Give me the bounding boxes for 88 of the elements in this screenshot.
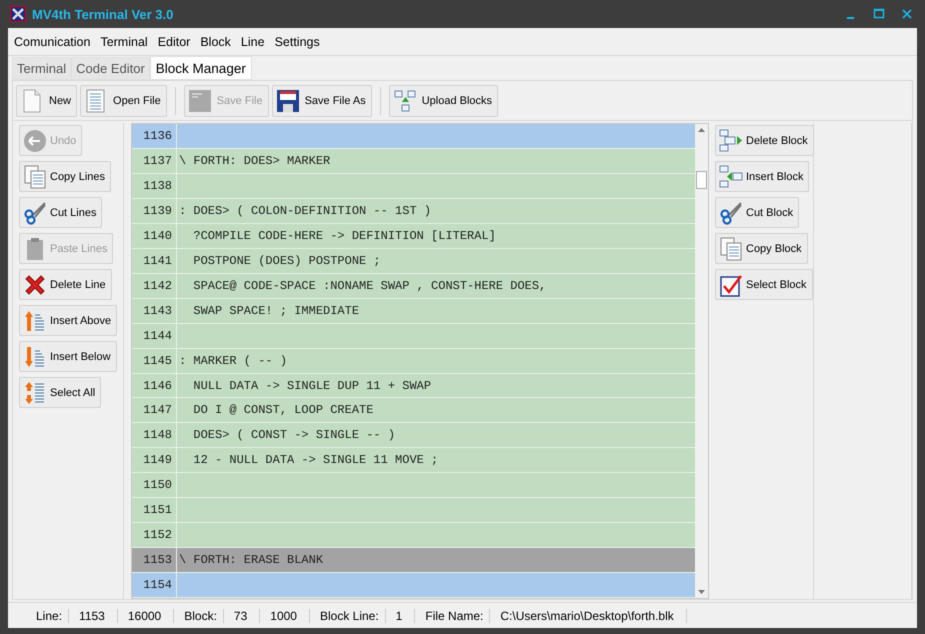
copy-icon [719,236,743,260]
window-title: MV4th Terminal Ver 3.0 [32,6,174,22]
menu-item[interactable]: Terminal [100,34,148,48]
arrow-up-icon [23,308,47,332]
blocks-icon [719,128,743,152]
scissors-icon [719,200,743,224]
menu-item[interactable]: Line [240,34,265,48]
code-line: 12 - NULL DATA -> SINGLE 11 MOVE ; [192,453,438,468]
delete-icon [23,272,47,296]
scrollbar[interactable] [695,124,708,598]
line-number: 1148 [132,423,177,448]
code-editor[interactable] [131,123,709,599]
side-button[interactable]: Cut Lines [19,197,102,228]
scroll-thumb[interactable] [696,171,707,189]
line-number: 1140 [132,224,177,248]
toolbar-button[interactable]: Open File [80,84,167,116]
checkbox-icon [719,272,743,296]
line-number: 1153 [132,548,177,572]
status-value: 16000 [128,608,174,622]
line-number: 1154 [132,573,177,598]
side-button[interactable]: Select Block [715,269,813,300]
tab[interactable]: Terminal [12,57,72,80]
scroll-down-icon[interactable] [697,589,706,595]
tab[interactable]: Code Editor [71,57,150,80]
code-line: : MARKER ( -- ) [179,354,288,368]
line-number: 1149 [132,448,177,472]
line-number: 1144 [132,324,177,348]
code-line: DO I @ CONST, LOOP CREATE [192,403,374,418]
status-value: 1153 [79,608,118,622]
side-button[interactable]: Delete Block [715,125,814,156]
toolbar-button[interactable]: New [16,84,78,116]
menu-item[interactable]: Editor [158,34,190,48]
scroll-up-icon[interactable] [697,127,706,133]
floppy-icon [188,88,212,112]
side-button[interactable]: Copy Lines [19,161,112,192]
line-number: 1139 [132,198,177,223]
status-value: 1 [396,608,416,622]
line-number: 1151 [132,498,177,522]
scissors-icon [23,200,47,224]
status-value: 1000 [270,608,310,622]
line-number: 1141 [132,248,177,273]
code-line: \ FORTH: ERASE BLANK [179,553,324,568]
side-button[interactable]: Copy Block [715,233,808,264]
code-line: DOES> ( CONST -> SINGLE -- ) [192,428,396,442]
line-number: 1152 [132,523,177,548]
code-line: \ FORTH: DOES> MARKER [179,154,330,168]
menu-item[interactable]: Settings [274,34,320,48]
side-button[interactable]: Delete Line [19,269,112,300]
copy-icon [23,164,47,188]
blocks-icon [719,164,743,188]
floppy-icon [276,88,300,112]
line-number: 1145 [132,348,177,373]
status-label: File Name: [425,608,490,622]
code-line: POSTPONE (DOES) POSTPONE ; [192,254,381,268]
line-number: 1137 [132,148,177,173]
side-button[interactable]: Insert Above [19,305,118,336]
menu-item[interactable]: Comunication [14,34,90,48]
status-value: C:\Users\mario\Desktop\forth.blk [500,608,687,622]
line-number: 1142 [132,274,177,298]
code-line: SPACE@ CODE-SPACE :NONAME SWAP , CONST-HERE DOES, [192,278,546,293]
status-label: Block: [184,608,224,622]
line-number: 1146 [132,374,177,398]
side-button[interactable]: Select All [19,377,102,408]
side-button[interactable]: Insert Block [715,161,810,192]
blocks-icon [392,88,417,112]
side-button[interactable]: Insert Below [19,341,117,372]
arrow-down-icon [23,344,47,368]
side-button[interactable]: Cut Block [715,197,800,228]
toolbar-button[interactable]: Save File As [272,84,372,116]
menu-item[interactable]: Block [200,34,231,48]
app-icon [10,6,26,22]
arrows-icon [23,380,47,404]
code-line: : DOES> ( COLON-DEFINITION -- 1ST ) [179,204,432,218]
line-number: 1150 [132,473,177,498]
line-number: 1147 [132,398,177,422]
status-value: 73 [234,608,260,622]
maximize-icon[interactable] [873,8,885,20]
status-label: Line: [36,608,70,622]
line-number: 1136 [132,124,177,148]
close-icon[interactable] [901,8,913,20]
code-line: SWAP SPACE! ; IMMEDIATE [192,304,360,318]
line-number: 1143 [132,298,177,323]
toolbar-button[interactable]: Upload Blocks [388,84,498,116]
code-line: NULL DATA -> SINGLE DUP 11 + SWAP [192,378,432,392]
code-line: ?COMPILE CODE-HERE -> DEFINITION [LITERAL] [192,228,496,243]
status-label: Block Line: [320,608,386,622]
line-number: 1138 [132,174,177,198]
tab[interactable]: Block Manager [150,56,252,80]
